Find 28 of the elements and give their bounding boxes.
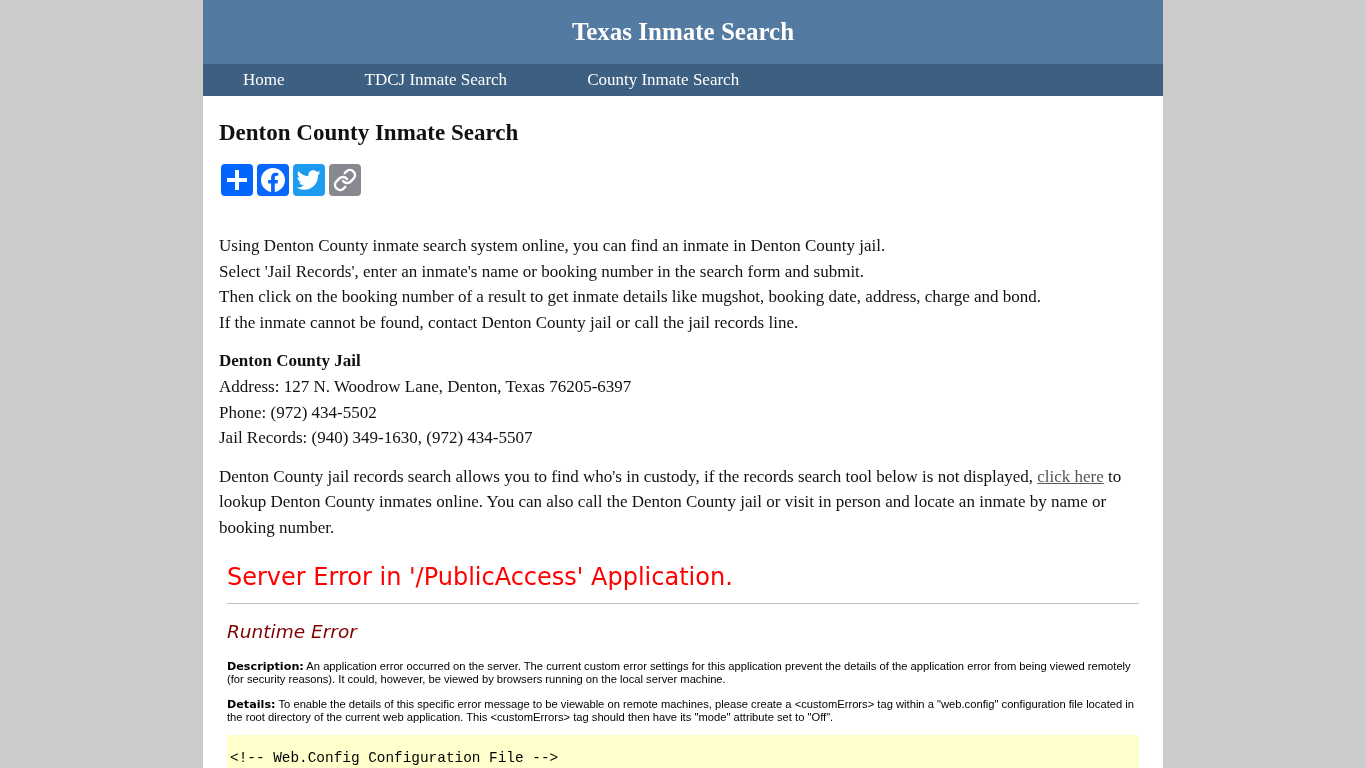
share-button[interactable] — [221, 164, 253, 196]
facebook-icon — [261, 168, 285, 192]
nav-link[interactable]: TDCJ Inmate Search — [324, 64, 548, 96]
jail-info-text: Jail Records: (940) 349-1630, (972) 434-5507 — [219, 427, 534, 450]
code-block: <!-- Web.Config Configuration File --> — [227, 734, 1139, 768]
error-title: Server Error in '/PublicAccess' Application. — [227, 562, 734, 591]
jail-name: Denton County Jail — [219, 350, 362, 373]
bird-icon — [297, 170, 321, 190]
intro-text: Then click on the booking number of a result to get inmate details like mugshot, booking date, address, charge and bond. — [219, 286, 1043, 309]
search-note-text: Denton County jail records search allows you to find who's in custody, if the records search tool below is not displayed, click here to lookup Denton County inmates online. You can also call the Denton County jail or visit in person and locate an inmate by name or booking number. — [219, 465, 1123, 539]
nav-link[interactable]: County Inmate Search — [547, 64, 780, 96]
copy-link-button[interactable] — [329, 164, 361, 196]
jail-info-text: Phone: (972) 434-5502 — [219, 401, 378, 424]
facebook-share-button[interactable] — [257, 164, 289, 196]
error-detail-text: Description: An application error occurred on the server. The current custom error settings for this application prevent the details of the application error from being viewed remotely (for security reasons). It could, however, be viewed by browsers running on the local server machine. — [227, 659, 1132, 685]
link-icon — [333, 168, 357, 192]
site-title: Texas Inmate Search — [571, 17, 795, 47]
plus-icon — [227, 170, 247, 190]
intro-text: Using Denton County inmate search system online, you can find an inmate in Denton County jail. — [219, 235, 887, 257]
nav-link[interactable]: Home — [203, 64, 325, 96]
page-heading: Denton County Inmate Search — [219, 119, 520, 147]
error-detail-text: Details: To enable the details of this specific error message to be viewable on remote machines, please create a <customErrors> tag within a "web.config" configuration file located in the root directory of the current web application. This <customErrors> tag should then have its "mode" attribute set to "Off". — [227, 697, 1136, 723]
twitter-share-button[interactable] — [293, 164, 325, 196]
click-here-link[interactable]: click here — [1037, 466, 1104, 486]
intro-text: If the inmate cannot be found, contact Denton County jail or call the jail records line. — [219, 311, 800, 334]
jail-info-text: Address: 127 N. Woodrow Lane, Denton, Texas 76205-6397 — [219, 375, 633, 398]
error-type-heading: Runtime Error — [227, 620, 359, 643]
intro-text: Select 'Jail Records', enter an inmate's name or booking number in the search form and submit. — [219, 260, 866, 283]
